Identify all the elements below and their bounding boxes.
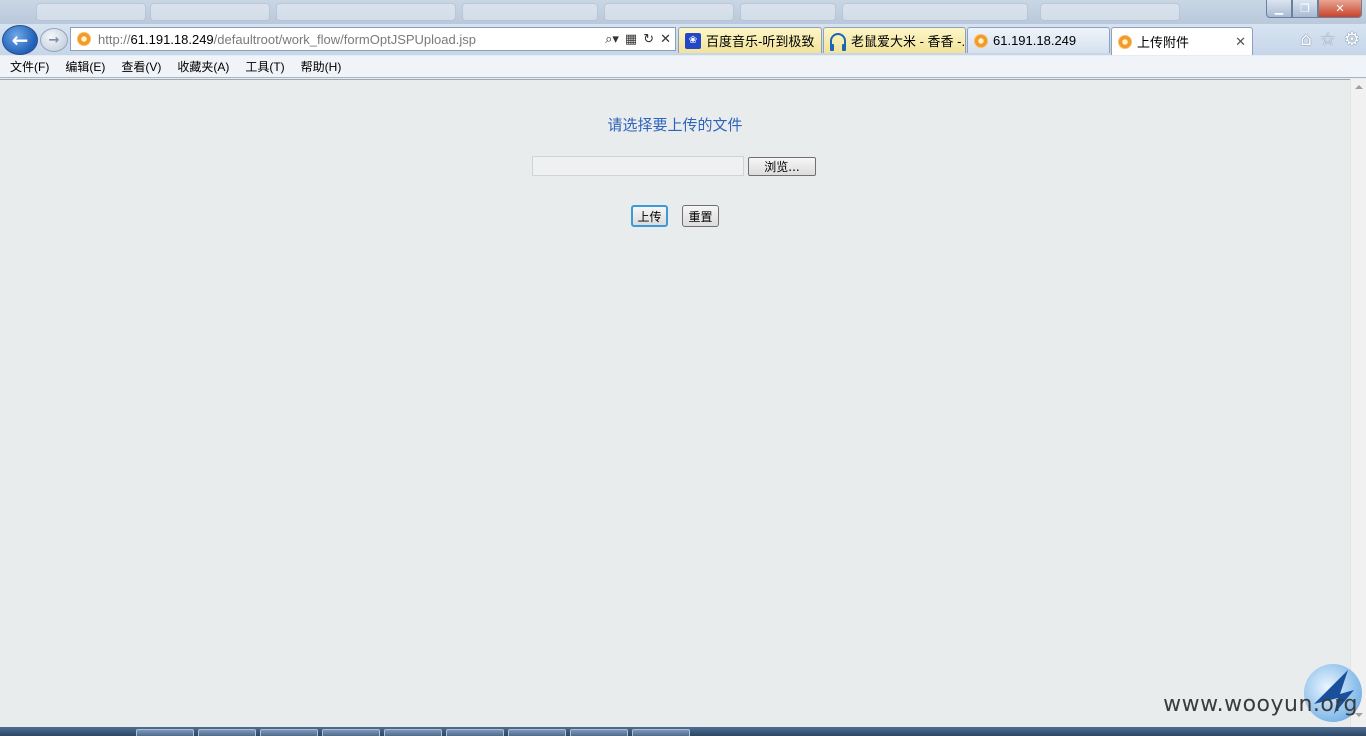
tab-music-song[interactable]: 老鼠爱大米 - 香香 -... xyxy=(823,27,966,53)
tab-close-icon[interactable]: ✕ xyxy=(1235,34,1246,50)
orange-page-icon xyxy=(1118,34,1132,49)
menu-file[interactable]: 文件(F) xyxy=(10,58,49,75)
forward-button[interactable]: → xyxy=(40,28,68,52)
tab-title: 61.191.18.249 xyxy=(993,33,1077,48)
close-window-button[interactable]: ✕ xyxy=(1318,0,1362,18)
tab-title: 百度音乐-听到极致 xyxy=(706,34,815,49)
scroll-up-arrow-icon[interactable] xyxy=(1355,85,1363,89)
toolbar-icons: ⌂ ☆ ⚙ xyxy=(1300,27,1360,51)
browse-button[interactable]: 浏览... xyxy=(748,157,816,176)
compatibility-view-icon[interactable]: ▦ xyxy=(625,32,637,47)
taskbar-item[interactable] xyxy=(260,729,318,736)
favorites-star-icon[interactable]: ☆ xyxy=(1320,29,1336,50)
url-host: 61.191.18.249 xyxy=(130,31,214,47)
address-tools: ⌕▾ ▦ ↻ ✕ xyxy=(605,28,671,50)
menu-help[interactable]: 帮助(H) xyxy=(301,58,342,75)
window-titlebar: ▁ ❐ ✕ xyxy=(0,0,1366,24)
watermark-text: www.wooyun.org xyxy=(1163,692,1358,717)
maximize-button[interactable]: ❐ xyxy=(1292,0,1318,18)
back-arrow-icon: ← xyxy=(11,28,29,52)
taskbar-item[interactable] xyxy=(632,729,690,736)
orange-page-icon xyxy=(77,32,91,46)
back-button[interactable]: ← xyxy=(2,25,38,55)
address-url[interactable]: http://61.191.18.249/defaultroot/work_fl… xyxy=(98,32,476,47)
menu-edit[interactable]: 编辑(E) xyxy=(65,58,105,75)
tab-strip: ❀ 百度音乐-听到极致 老鼠爱大米 - 香香 -... 61.191.18.24… xyxy=(678,27,1254,55)
page-title: 请选择要上传的文件 xyxy=(607,116,743,134)
background-tab xyxy=(36,3,146,21)
background-tab xyxy=(1040,3,1180,21)
taskbar xyxy=(0,727,1366,736)
menu-tools[interactable]: 工具(T) xyxy=(245,58,284,75)
url-prefix: http:// xyxy=(98,31,131,47)
url-path: /defaultroot/work_flow/formOptJSPUpload.… xyxy=(213,31,476,47)
page-content: 请选择要上传的文件 浏览... 上传 重置 xyxy=(0,79,1350,727)
background-tab xyxy=(842,3,1028,21)
navigation-bar: ← → http://61.191.18.249/defaultroot/wor… xyxy=(0,24,1366,55)
menu-bar: 文件(F) 编辑(E) 查看(V) 收藏夹(A) 工具(T) 帮助(H) xyxy=(0,56,1366,78)
menu-favorites[interactable]: 收藏夹(A) xyxy=(177,58,229,75)
headphone-icon xyxy=(830,32,846,51)
tab-baidu-music[interactable]: ❀ 百度音乐-听到极致 xyxy=(678,27,822,53)
background-tab xyxy=(740,3,836,21)
tab-upload-attachment[interactable]: 上传附件 ✕ xyxy=(1111,27,1253,55)
window-controls: ▁ ❐ ✕ xyxy=(1266,0,1362,20)
forward-arrow-icon: → xyxy=(48,32,60,48)
taskbar-item[interactable] xyxy=(570,729,628,736)
home-icon[interactable]: ⌂ xyxy=(1300,29,1311,50)
paw-icon: ❀ xyxy=(685,32,701,49)
stop-icon[interactable]: ✕ xyxy=(660,32,671,47)
menu-view[interactable]: 查看(V) xyxy=(121,58,161,75)
reset-button[interactable]: 重置 xyxy=(682,205,719,227)
background-tab xyxy=(604,3,734,21)
vertical-scrollbar[interactable] xyxy=(1350,79,1366,727)
background-tab xyxy=(150,3,270,21)
file-path-input[interactable] xyxy=(532,156,744,176)
background-tab xyxy=(462,3,598,21)
minimize-button[interactable]: ▁ xyxy=(1266,0,1292,18)
refresh-icon[interactable]: ↻ xyxy=(643,32,654,47)
orange-page-icon xyxy=(974,33,988,48)
taskbar-item[interactable] xyxy=(322,729,380,736)
search-icon[interactable]: ⌕▾ xyxy=(605,32,619,47)
tab-ip-address[interactable]: 61.191.18.249 xyxy=(967,27,1110,53)
address-bar[interactable]: http://61.191.18.249/defaultroot/work_fl… xyxy=(70,27,676,51)
background-tab xyxy=(276,3,456,21)
taskbar-item[interactable] xyxy=(198,729,256,736)
taskbar-item[interactable] xyxy=(446,729,504,736)
taskbar-item[interactable] xyxy=(384,729,442,736)
upload-button[interactable]: 上传 xyxy=(631,205,668,227)
gear-icon[interactable]: ⚙ xyxy=(1344,29,1360,50)
tab-title: 上传附件 xyxy=(1137,35,1190,50)
tab-title: 老鼠爱大米 - 香香 -... xyxy=(851,34,966,49)
taskbar-item[interactable] xyxy=(136,729,194,736)
taskbar-item[interactable] xyxy=(508,729,566,736)
